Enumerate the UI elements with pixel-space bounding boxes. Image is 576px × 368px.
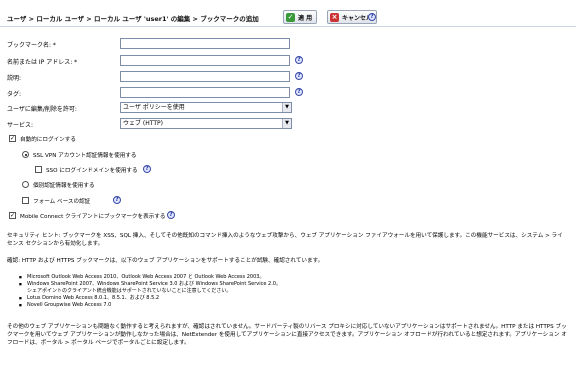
close-icon: × bbox=[330, 12, 339, 22]
custom-credentials-radio[interactable] bbox=[22, 181, 29, 188]
form-based-help-icon[interactable]: ? bbox=[113, 196, 121, 204]
form-based-auth-label: フォーム ベースの認証 bbox=[33, 199, 91, 205]
host-help-icon[interactable]: ? bbox=[295, 56, 303, 64]
tag-help-icon[interactable]: ? bbox=[295, 88, 303, 96]
footer-text: その他のウェブ アプリケーションも問題なく動作すると考えられますが、確認はされて… bbox=[7, 324, 567, 346]
sso-help-icon[interactable]: ? bbox=[143, 165, 151, 173]
host-label: 名前または IP アドレス: * bbox=[7, 59, 78, 66]
list-item: Novell Groupwise Web Access 7.0 bbox=[19, 302, 281, 309]
apply-button-label: 適 用 bbox=[298, 14, 313, 22]
form-based-auth-checkbox[interactable] bbox=[22, 197, 29, 204]
user-edit-selected-value: ユーザ ポリシーを使用 bbox=[123, 104, 185, 111]
list-item: Microsoft Outlook Web Access 2010、Outloo… bbox=[19, 274, 281, 281]
custom-credentials-label: 個別認証情報を使用する bbox=[33, 183, 95, 189]
description-label: 説明: bbox=[7, 75, 22, 82]
list-item: シェアポイントのクライアント統合機能はサポートされていないことに注意してください… bbox=[27, 288, 232, 294]
chevron-down-icon: ▼ bbox=[282, 103, 291, 112]
checkmark-icon: ✓ bbox=[286, 12, 295, 22]
mobile-connect-label: Mobile Connect クライアントにブックマークを表示する bbox=[20, 214, 166, 220]
security-hint-text: セキュリティ ヒント: ブックマークを XSS、SQL 挿入、そしてその他既知の… bbox=[7, 233, 563, 247]
description-help-icon[interactable]: ? bbox=[295, 72, 303, 80]
service-selected-value: ウェブ (HTTP) bbox=[123, 120, 163, 127]
breadcrumb: ユーザ > ローカル ユーザ > ローカル ユーザ 'user1' の編集 > … bbox=[7, 15, 259, 23]
page-header: ユーザ > ローカル ユーザ > ローカル ユーザ 'user1' の編集 > … bbox=[0, 0, 576, 27]
tag-label: タグ: bbox=[7, 91, 22, 98]
help-icon[interactable]: ? bbox=[368, 13, 376, 21]
bookmark-name-label: ブックマーク名: * bbox=[7, 42, 56, 49]
supported-apps-list: Microsoft Outlook Web Access 2010、Outloo… bbox=[19, 274, 281, 309]
confirmation-text: 確認: HTTP および HTTPS ブックマークは、以下のウェブ アプリケーシ… bbox=[7, 258, 324, 264]
auto-login-checkbox[interactable]: ✓ bbox=[9, 135, 16, 142]
host-input[interactable] bbox=[120, 55, 290, 66]
mobile-connect-checkbox[interactable]: ✓ bbox=[9, 212, 16, 219]
service-label: サービス: bbox=[7, 122, 34, 129]
auto-login-label: 自動的にログインする bbox=[20, 137, 76, 143]
description-input[interactable] bbox=[120, 71, 290, 82]
chevron-down-icon: ▼ bbox=[282, 119, 291, 128]
list-item: Windows SharePoint 2007、Windows SharePoi… bbox=[19, 281, 281, 288]
service-select[interactable]: ウェブ (HTTP) ▼ bbox=[120, 118, 292, 129]
sso-domain-checkbox[interactable] bbox=[35, 166, 42, 173]
apply-button[interactable]: ✓ 適 用 bbox=[283, 10, 318, 24]
list-item: Lotus Domino Web Access 8.0.1、8.5.1、および … bbox=[19, 295, 281, 302]
bookmark-name-input[interactable] bbox=[120, 38, 290, 49]
sso-domain-label: SSO にログインドメインを使用する bbox=[46, 168, 138, 174]
user-edit-select[interactable]: ユーザ ポリシーを使用 ▼ bbox=[120, 102, 292, 113]
tag-input[interactable] bbox=[120, 87, 290, 98]
ssl-vpn-credentials-label: SSL VPN アカウント認証情報を使用する bbox=[33, 153, 137, 159]
mobile-connect-help-icon[interactable]: ? bbox=[167, 211, 175, 219]
user-edit-label: ユーザに編集/削除を許可: bbox=[7, 106, 77, 113]
ssl-vpn-credentials-radio[interactable] bbox=[22, 151, 29, 158]
